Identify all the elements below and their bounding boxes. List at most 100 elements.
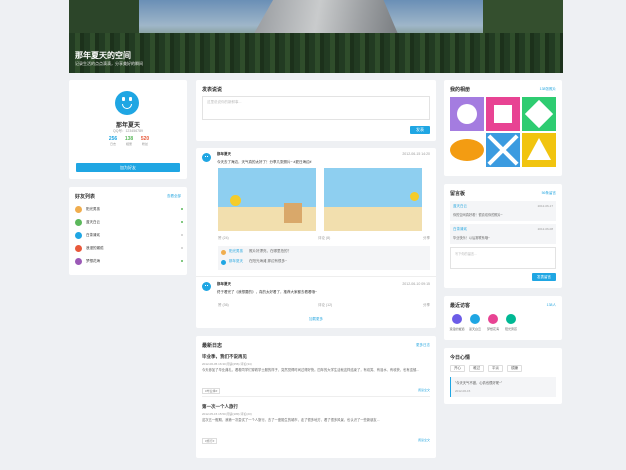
blog-tag[interactable]: #毕业季# <box>202 388 221 394</box>
publish-button[interactable]: 发表 <box>410 126 430 134</box>
post-author-avatar[interactable] <box>202 153 211 162</box>
mood-tag-calm[interactable]: 平淡 <box>488 365 503 372</box>
offline-status-dot <box>180 246 183 250</box>
visitor-avatar[interactable] <box>452 314 462 324</box>
visitor-name[interactable]: 蓝天白云 <box>467 327 483 331</box>
share-button[interactable]: 分享 <box>423 236 430 241</box>
stat-blogs[interactable]: 256 日志 <box>105 136 121 146</box>
blog-entry-title[interactable]: 毕业季，我们不说再见 <box>202 354 247 360</box>
post-photo[interactable] <box>324 168 422 231</box>
blog-entry-meta: 2012-05-15 15:50 阅读(189) 评论(23) <box>202 412 252 416</box>
message-input[interactable]: 写下你的留言... <box>450 247 556 269</box>
album-photo[interactable] <box>522 97 556 131</box>
messages-card: 留言板 56条留言 蓝天白云 2012-06-17 你的空间真好看！很喜欢你的照… <box>444 184 562 288</box>
friends-view-all-link[interactable]: 查看全部 <box>167 194 181 199</box>
profile-card: 那年夏天 QQ号：123456789 256 日志 138 相册 520 粉丝 加为好… <box>69 80 187 179</box>
publish-card: 发表说说 这里说说你的新鲜事... 发表 <box>196 80 436 141</box>
posts-card: 那年夏天 2012-06-15 14:20 今天去了海边，天气真的太好了！分享几… <box>196 148 436 328</box>
messages-count-link[interactable]: 56条留言 <box>542 191 556 196</box>
friend-item[interactable]: 蓝天白云 <box>75 218 183 226</box>
mood-title: 今日心情 <box>450 355 471 361</box>
friend-item[interactable]: 阳光男孩 <box>75 205 183 213</box>
visitor-name[interactable]: 梦想花海 <box>485 327 501 331</box>
album-photo[interactable] <box>450 133 484 167</box>
visitor-name[interactable]: 浪漫的邂逅 <box>449 327 465 331</box>
comment-list: 阳光男孩 照片好漂亮，在哪里拍的？ 那年夏天 在阳光海滩 那边有很多~ <box>218 246 430 270</box>
message-author[interactable]: 蓝天白云 <box>453 204 467 209</box>
messages-title: 留言板 <box>450 191 466 197</box>
online-status-dot <box>180 207 183 211</box>
comment-button[interactable]: 评论 (12) <box>318 303 332 308</box>
stat-albums[interactable]: 138 相册 <box>121 136 137 146</box>
like-button[interactable]: 赞 (24) <box>218 236 229 241</box>
friend-avatar <box>75 205 82 213</box>
comment-button[interactable]: 评论 (8) <box>318 236 330 241</box>
post-message-button[interactable]: 发表留言 <box>532 273 556 281</box>
friend-item[interactable]: 梦想花海 <box>75 257 183 265</box>
album-photo[interactable] <box>522 133 556 167</box>
visitors-title: 最近访客 <box>450 303 471 309</box>
friend-avatar <box>75 218 82 226</box>
album-photo[interactable] <box>486 97 520 131</box>
visitors-card: 最近访客 138人 浪漫的邂逅 蓝天白云 梦想花海 阳光男孩 <box>444 296 562 340</box>
post-text: 终于看完了《我想要的》，真的太好看了，推荐大家都去看看哦~ <box>217 290 318 294</box>
add-friend-button[interactable]: 加为好友 <box>76 163 180 172</box>
post-text: 今天去了海边，天气真的太好了！分享几张照片~ #夏日海边# <box>217 160 312 164</box>
header-banner: 那年夏天的空间 记录生活的点点滴滴，分享美好的瞬间 <box>69 0 563 73</box>
comment-text: 照片好漂亮，在哪里拍的？ <box>249 249 291 253</box>
read-more-link[interactable]: 阅读全文 <box>418 438 430 442</box>
blog-entry-title[interactable]: 第一次一个人旅行 <box>202 404 238 410</box>
mood-tag-happy[interactable]: 开心 <box>450 365 465 372</box>
post-author[interactable]: 那年夏天 <box>217 282 231 287</box>
post-photo[interactable] <box>218 168 316 231</box>
share-button[interactable]: 分享 <box>423 303 430 308</box>
album-count-link[interactable]: 138张照片 <box>540 87 556 92</box>
commenter-avatar <box>221 250 226 255</box>
status-input[interactable]: 这里说说你的新鲜事... <box>202 96 430 120</box>
post-time: 2012-06-15 14:20 <box>402 152 430 156</box>
visitors-count-link[interactable]: 138人 <box>547 303 556 308</box>
blog-entry-excerpt: 今天参加了毕业典礼，看着同学们穿着学士服的样子，突然觉得时间过得好快。四年的大学… <box>202 368 420 372</box>
album-photo[interactable] <box>450 97 484 131</box>
mood-tag-irritated[interactable]: 烦躁 <box>507 365 522 372</box>
post-author-avatar[interactable] <box>202 282 211 291</box>
blog-tag[interactable]: #旅行# <box>202 438 218 444</box>
blog-entry-meta: 2012-06-05 16:30 阅读(256) 评论(34) <box>202 362 252 366</box>
banner-trees <box>69 33 563 73</box>
post-author[interactable]: 那年夏天 <box>217 152 231 157</box>
commenter-name[interactable]: 阳光男孩 <box>229 249 243 254</box>
publish-title: 发表说说 <box>202 87 223 93</box>
comment-text: 在阳光海滩 那边有很多~ <box>249 259 288 263</box>
message-date: 2012-06-08 <box>537 227 553 231</box>
avatar[interactable] <box>115 91 139 115</box>
commenter-name[interactable]: 那年夏天 <box>229 259 243 264</box>
post-time: 2012-06-10 09:15 <box>402 282 430 286</box>
message-text: 你的空间真好看！很喜欢你的照片~ <box>453 213 503 217</box>
friend-avatar <box>75 244 82 252</box>
visitor-avatar[interactable] <box>488 314 498 324</box>
friends-title: 好友列表 <box>75 194 96 200</box>
friend-item[interactable]: 浪漫的邂逅 <box>75 244 183 252</box>
space-title: 那年夏天的空间 <box>75 51 131 60</box>
mood-card: 今日心情 开心 难过 平淡 烦躁 "今天天气不错，心情也很好呢~" 2012-0… <box>444 348 562 404</box>
friends-card: 好友列表 查看全部 阳光男孩 蓝天白云 白茶清欢 浪漫的邂逅 梦想花海 <box>69 187 187 275</box>
visitor-avatar[interactable] <box>506 314 516 324</box>
more-blogs-link[interactable]: 更多日志 <box>416 343 430 348</box>
mood-tag-sad[interactable]: 难过 <box>469 365 484 372</box>
space-subtitle: 记录生活的点点滴滴，分享美好的瞬间 <box>75 61 143 66</box>
album-photo[interactable] <box>486 133 520 167</box>
message-text: 毕业快乐！以后常联系哦~ <box>453 236 490 240</box>
message-author[interactable]: 白茶清欢 <box>453 227 467 232</box>
stat-fans[interactable]: 520 粉丝 <box>137 136 153 146</box>
message-item: 白茶清欢 2012-06-08 毕业快乐！以后常联系哦~ <box>450 224 556 244</box>
friend-item[interactable]: 白茶清欢 <box>75 231 183 239</box>
read-more-link[interactable]: 阅读全文 <box>418 388 430 392</box>
visitor-avatar[interactable] <box>470 314 480 324</box>
profile-name: 那年夏天 <box>115 123 140 129</box>
like-button[interactable]: 赞 (36) <box>218 303 229 308</box>
load-more-link[interactable]: 加载更多 <box>196 317 436 322</box>
online-status-dot <box>180 220 183 224</box>
message-date: 2012-06-17 <box>537 204 553 208</box>
message-item: 蓝天白云 2012-06-17 你的空间真好看！很喜欢你的照片~ <box>450 201 556 221</box>
visitor-name[interactable]: 阳光男孩 <box>503 327 519 331</box>
